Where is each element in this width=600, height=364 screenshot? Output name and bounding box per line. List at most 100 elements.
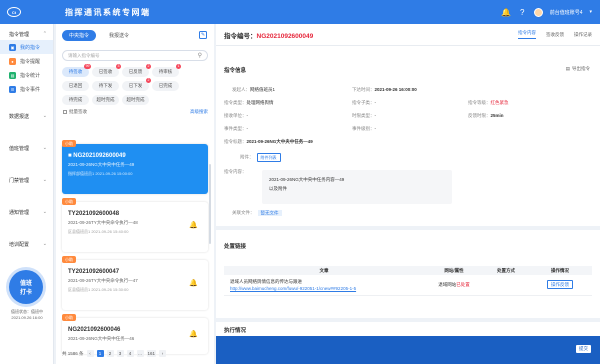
filter-chip[interactable]: 待审核 1: [152, 64, 181, 77]
field-content-label: 指令内容：: [224, 169, 247, 174]
nav-item-my-orders[interactable]: ▣ 我的指令: [0, 40, 53, 54]
status-filters: 待签收 99 已签收 3 已反馈 2 待审核 1 已退回 待下发 已下发 2 已完成 待完…: [56, 61, 214, 105]
disposal-links-table: 文章 网站/属性 处置方式 操作情况 退域人员网络舆情信息的传达与跟进 http…: [224, 266, 592, 296]
order-card[interactable]: 小助 NG2021092600046 2021-09-26NG大中央中任务—46…: [62, 314, 208, 354]
list-scrollbar[interactable]: [209, 164, 211, 244]
bell-icon: ●: [9, 57, 16, 65]
pagination: 共 1586 条 ‹ 1 2 3 4 … 161 ›: [62, 350, 167, 357]
source-tag: 小助: [62, 198, 76, 205]
table-header-row: 文章 网站/属性 处置方式 操作情况: [224, 266, 592, 275]
field-issue-time: 下达时间：2021-09-26 16:00:00: [352, 87, 417, 92]
order-meta: 区县值班员1 2021-09-26 15:30:00: [68, 287, 129, 292]
nav-item-order-stats[interactable]: ▤ 指令统计: [0, 68, 53, 82]
prev-page-button[interactable]: ‹: [86, 350, 94, 357]
chevron-down-icon: ⌄: [42, 209, 47, 215]
shift-status: 值班状态：值班中 2021.09.26 16:00: [11, 309, 43, 320]
order-summary: 2021-09-26TY大中央命令执行—47: [68, 278, 138, 283]
order-summary: 2021-09-26NG大中央中任务—49: [68, 162, 135, 167]
field-sub-type: 指令子类：-: [352, 100, 376, 105]
count-badge: 3: [116, 64, 121, 69]
left-nav: 指令管理 ⌃ ▣ 我的指令 ● 指令提醒 ▤ 指令统计 ☰ 指令事件 数据报送 ⌄ …: [0, 24, 54, 364]
page-ellipsis: …: [136, 350, 144, 357]
avatar[interactable]: [533, 7, 543, 17]
tab-order-content[interactable]: 指令内容: [518, 30, 536, 39]
select-all-checkbox[interactable]: 批量签收: [63, 109, 87, 115]
nav-group-reports[interactable]: 数据报送 ⌄: [0, 110, 53, 122]
next-page-button[interactable]: ›: [159, 350, 167, 357]
order-list-panel: 中央指令 我报送令 ✎ 请输入指令编号 ⚲ 待签收 99 已签收 3 已反馈 2 待审…: [56, 24, 214, 364]
filter-chip[interactable]: 待下发: [92, 81, 119, 91]
chevron-down-icon[interactable]: ▾: [589, 9, 592, 15]
source-tag: 小助: [62, 314, 76, 321]
app-logo: Ct: [7, 7, 21, 17]
help-icon[interactable]: ?: [518, 8, 527, 17]
operation-feedback-button[interactable]: 操作反馈: [547, 280, 573, 290]
order-detail-panel: 指令编号：NG2021092600049 指令内容 签收反馈 操作记录 指令信息…: [216, 24, 600, 364]
export-button[interactable]: ▤ 导出指令: [566, 66, 590, 72]
bell-icon[interactable]: 🔔: [189, 221, 198, 229]
section-title-info: 指令信息: [224, 68, 247, 74]
app-title: 指挥通讯系统专网端: [65, 7, 151, 17]
attachment-list-button[interactable]: 附件列表: [256, 153, 281, 162]
filter-chip[interactable]: 已反馈 2: [122, 64, 151, 77]
field-receive-unit: 接收单位：-: [224, 113, 248, 118]
nav-group-duty[interactable]: 值班管理 ⌄: [0, 142, 53, 154]
detail-header: 指令编号：NG2021092600049 指令内容 签收反馈 操作记录: [216, 24, 600, 46]
user-name[interactable]: 前台值班账号4: [550, 9, 583, 16]
advanced-search-link[interactable]: 高级搜索: [190, 109, 208, 115]
count-badge: 1: [176, 64, 181, 69]
order-content-box: 2021-09-26NG大中央中任务内容—49 以及附件: [262, 170, 452, 204]
punch-in-button[interactable]: 值班 打卡: [9, 270, 43, 304]
nav-item-order-events[interactable]: ☰ 指令事件: [0, 82, 53, 96]
filter-chip[interactable]: 已退回: [62, 81, 89, 91]
order-card[interactable]: 小助 TY2021092600048 2021-09-26TY大中央命令执行—4…: [62, 198, 208, 252]
action-cell: 操作反馈: [528, 275, 592, 296]
divider: [216, 226, 600, 230]
filter-chip[interactable]: 待签收 99: [62, 64, 91, 77]
search-icon[interactable]: ⚲: [198, 52, 202, 59]
page-button[interactable]: 4: [126, 350, 134, 357]
filter-chip[interactable]: 已签收 3: [92, 64, 121, 77]
bottom-action-bar: 提交: [216, 336, 600, 364]
list-options: 批量签收 高级搜索: [56, 105, 214, 115]
detail-tabs: 指令内容 签收反馈 操作记录: [518, 24, 592, 46]
filter-chip[interactable]: 已完成: [152, 81, 179, 91]
page-button[interactable]: 1: [96, 350, 104, 357]
tab-my-reports[interactable]: 我报送令: [102, 30, 136, 41]
submit-button[interactable]: 提交: [576, 345, 591, 353]
bell-icon[interactable]: 🔔: [189, 279, 198, 287]
nav-group-orders[interactable]: 指令管理 ⌃: [0, 28, 53, 40]
order-summary: 2021-09-26TY大中央命令执行—48: [68, 220, 138, 225]
site-cell: 退域网站已处置: [424, 275, 484, 296]
order-meta: 区县值班员1 2021-09-26 15:40:00: [68, 229, 129, 234]
nav-group-training[interactable]: 培训配置 ⌄: [0, 238, 53, 250]
field-event-type: 事件类型：-: [224, 126, 248, 131]
source-tag: 小助: [62, 140, 76, 147]
filter-chip[interactable]: 超时完成: [92, 95, 119, 105]
tab-sign-feedback[interactable]: 签收反馈: [546, 32, 564, 38]
search-input[interactable]: 请输入指令编号 ⚲: [62, 50, 208, 61]
field-order-type: 指令类型：处理网络舆情: [224, 100, 274, 105]
tab-operation-log[interactable]: 操作记录: [574, 32, 592, 38]
filter-chip[interactable]: 超时完成: [122, 95, 149, 105]
doc-icon: ▣: [9, 43, 16, 51]
page-button[interactable]: 2: [106, 350, 114, 357]
filter-chip[interactable]: 已下发 2: [122, 78, 151, 91]
related-file-tag[interactable]: 暂无文件: [257, 209, 282, 216]
nav-group-notices[interactable]: 通知管理 ⌄: [0, 206, 53, 218]
field-level: 指令等级：红色紧急: [468, 100, 509, 105]
edit-icon[interactable]: ✎: [199, 31, 207, 39]
nav-group-access[interactable]: 门禁管理 ⌄: [0, 174, 53, 186]
tab-central-orders[interactable]: 中央指令: [62, 29, 97, 41]
page-button[interactable]: 3: [116, 350, 124, 357]
bell-icon[interactable]: 🔔: [501, 8, 511, 17]
order-card[interactable]: 小助 ■ NG2021092600049 2021-09-26NG大中央中任务—…: [62, 140, 208, 194]
filter-chip[interactable]: 待完成: [62, 95, 89, 105]
bell-icon[interactable]: 🔔: [189, 330, 198, 338]
field-event-level: 事件级别：-: [352, 126, 376, 131]
article-link[interactable]: http://www.baimucheng.com/fuwu/-922051-1…: [230, 285, 424, 292]
nav-item-order-reminder[interactable]: ● 指令提醒: [0, 54, 53, 68]
page-button[interactable]: 161: [146, 350, 157, 357]
field-sender: 发起人：网络值班员1: [232, 87, 276, 92]
order-card[interactable]: 小助 TY2021092600047 2021-09-26TY大中央命令执行—4…: [62, 256, 208, 310]
